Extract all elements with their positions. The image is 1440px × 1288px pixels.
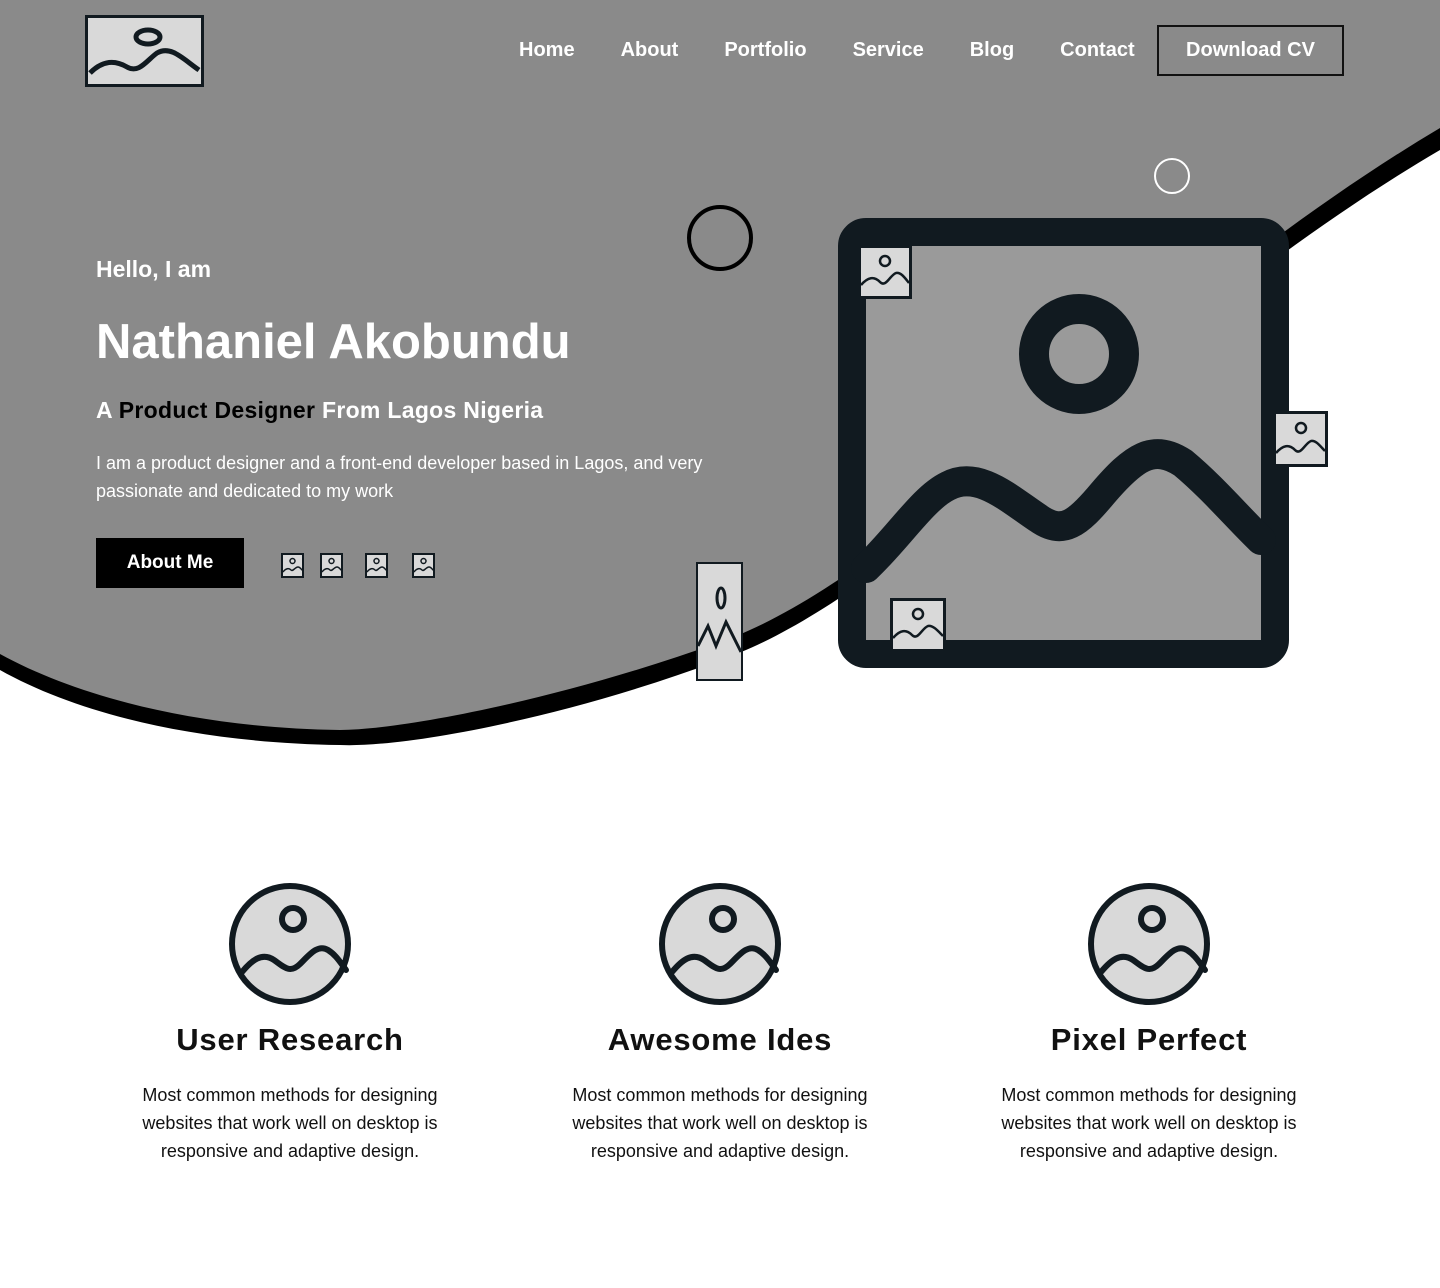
user-research-icon — [229, 883, 351, 1005]
nav-about[interactable]: About — [621, 39, 679, 62]
service-title: Awesome Ides — [607, 1022, 833, 1057]
about-me-button[interactable]: About Me — [96, 538, 244, 588]
service-title: Pixel Perfect — [1050, 1022, 1248, 1057]
nav-home[interactable]: Home — [519, 39, 575, 62]
main-nav: Home About Portfolio Service Blog Contac… — [496, 25, 1158, 76]
awesome-ides-icon — [659, 883, 781, 1005]
service-description: Most common methods for designing websit… — [572, 1085, 868, 1161]
page: Home About Portfolio Service Blog Contac… — [0, 0, 1440, 1288]
social-image-icon[interactable] — [365, 553, 388, 578]
social-image-icon[interactable] — [281, 553, 304, 578]
nav-service[interactable]: Service — [853, 39, 924, 62]
logo-image-icon[interactable] — [85, 15, 204, 87]
service-description: Most common methods for designing websit… — [142, 1085, 438, 1161]
hero-greeting: Hello, I am — [96, 256, 212, 282]
service-card-user-research: User Research Most common methods for de… — [80, 882, 500, 1165]
service-description: Most common methods for designing websit… — [1001, 1085, 1297, 1161]
hero-role: A Product Designer From Lagos Nigeria — [96, 397, 543, 424]
social-image-icon[interactable] — [412, 553, 435, 578]
nav-blog[interactable]: Blog — [970, 39, 1014, 62]
pixel-perfect-icon — [1088, 883, 1210, 1005]
hero-intro: I am a product designer and a front-end … — [96, 453, 703, 501]
download-cv-button[interactable]: Download CV — [1157, 25, 1344, 76]
role-suffix: From Lagos Nigeria — [321, 397, 544, 423]
hero-name: Nathaniel Akobundu — [96, 315, 571, 369]
role-prefix: A — [96, 397, 113, 423]
service-card-awesome-ides: Awesome Ides Most common methods for des… — [510, 882, 930, 1165]
social-image-icon[interactable] — [320, 553, 343, 578]
service-card-pixel-perfect: Pixel Perfect Most common methods for de… — [939, 882, 1359, 1165]
nav-portfolio[interactable]: Portfolio — [724, 39, 806, 62]
nav-contact[interactable]: Contact — [1060, 39, 1134, 62]
hero-background — [0, 0, 1440, 746]
service-title: User Research — [176, 1022, 404, 1057]
role-highlight: Product Designer — [118, 397, 316, 423]
